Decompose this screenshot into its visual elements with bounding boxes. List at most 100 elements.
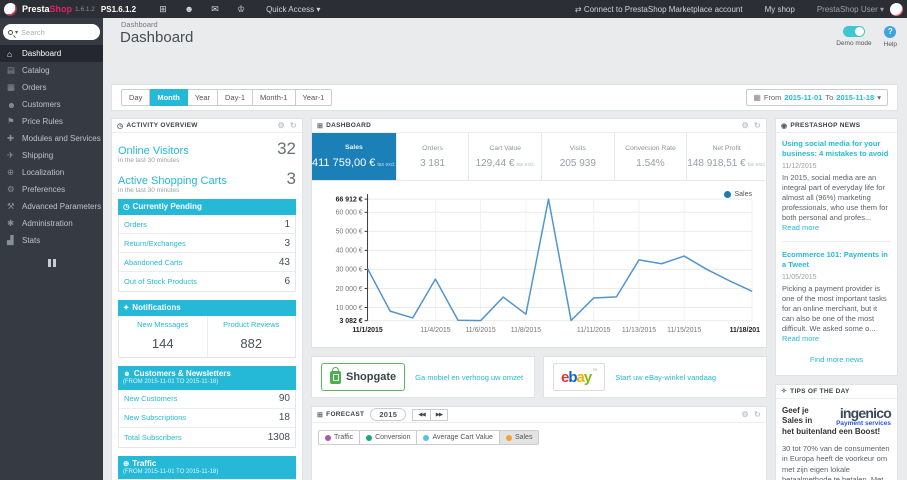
refresh-icon[interactable]: ↻ (754, 410, 761, 419)
product-reviews-cell[interactable]: Product Reviews 882 (208, 316, 296, 357)
messages-icon[interactable]: ✉ (202, 4, 228, 15)
shipping-icon: ✈ (7, 150, 15, 160)
news-article-title[interactable]: Using social media for your business: 4 … (782, 139, 891, 159)
chevron-down-icon: ▾ (877, 93, 881, 102)
kpi-tabs: Sales 411 759,00 € tax excl. Orders 3 181 C… (312, 133, 766, 181)
search-scope-caret-icon[interactable]: ▾ (15, 29, 18, 36)
administration-icon: ✱ (7, 218, 15, 228)
quick-access-menu[interactable]: Quick Access ▾ (266, 5, 320, 14)
help-icon[interactable]: ? (884, 26, 897, 38)
sidebar-item-modules[interactable]: ✚ Modules and Services (0, 130, 103, 147)
preferences-icon: ⚙ (7, 184, 15, 194)
sidebar-collapse-button[interactable] (47, 259, 57, 267)
gear-icon[interactable]: ⚙ (742, 410, 749, 419)
cart-icon[interactable]: ⊞ (150, 4, 176, 15)
demo-mode-toggle[interactable] (842, 26, 865, 37)
marketplace-link[interactable]: ⇄ Connect to PrestaShop Marketplace acco… (575, 5, 743, 14)
conversion-dot-icon (366, 434, 373, 441)
active-carts-link[interactable]: Active Shopping Carts (118, 175, 227, 187)
my-shop-link[interactable]: My shop (765, 5, 795, 14)
gear-icon[interactable]: ⚙ (742, 121, 749, 130)
gear-icon[interactable]: ⚙ (278, 121, 285, 130)
range-button-year[interactable]: Year (187, 89, 218, 106)
legend-dot-icon (724, 191, 732, 198)
forecast-next-button[interactable]: ▶▶ (430, 408, 449, 421)
range-button-day[interactable]: Day (121, 89, 151, 106)
range-button-year-1[interactable]: Year-1 (295, 89, 333, 106)
news-article-date: 11/12/2015 (782, 162, 817, 170)
sidebar: ▾ ⌂Dashboard ▤Catalog ▦Orders ☻Customers… (0, 18, 103, 480)
svg-text:11/4/2015: 11/4/2015 (420, 327, 450, 334)
sidebar-item-customers[interactable]: ☻ Customers (0, 96, 103, 113)
total-subscribers-row[interactable]: Total Subscribers 1308 (119, 428, 295, 447)
kpi-tab-sales[interactable]: Sales 411 759,00 € tax excl. (312, 133, 397, 180)
pending-row-returns[interactable]: Return/Exchanges 3 (119, 234, 295, 253)
sidebar-search[interactable]: ▾ (3, 24, 100, 40)
forecast-prev-button[interactable]: ◀◀ (412, 408, 431, 421)
pending-row-orders[interactable]: Orders 1 (119, 215, 295, 234)
range-button-month-1[interactable]: Month-1 (253, 89, 296, 106)
search-input[interactable] (21, 27, 95, 37)
traffic-header: ⊕ Traffic (FROM 2015-11-01 TO 2015-11-18) (118, 455, 296, 479)
dashboard-panel: ⊞ DASHBOARD ⚙ ↻ Sales 411 759,00 € tax excl… (311, 118, 767, 348)
currently-pending-header: ◷ Currently Pending (118, 199, 296, 215)
forecast-toggle-traffic[interactable]: Traffic (318, 430, 361, 445)
kpi-tab-net-profit[interactable]: Net Profit 148 918,51 € tax excl. (687, 133, 766, 180)
new-customers-row[interactable]: New Customers 90 (119, 390, 295, 409)
sidebar-item-preferences[interactable]: ⚙ Preferences (0, 181, 103, 198)
ebay-link[interactable]: Start uw eBay-winkel vandaag (615, 373, 716, 382)
svg-text:11/1/2015: 11/1/2015 (352, 327, 383, 334)
kpi-tab-cart-value[interactable]: Cart Value 129,44 € tax excl. (469, 133, 543, 180)
shopgate-link[interactable]: Ga mobiel en verhoog uw omzet (415, 373, 523, 382)
sidebar-item-catalog[interactable]: ▤ Catalog (0, 62, 103, 79)
find-more-news-link[interactable]: Find more news (782, 355, 891, 364)
clock-icon: ◷ (123, 202, 130, 211)
kpi-tab-visits[interactable]: Visits 205 939 (542, 133, 615, 180)
sidebar-item-orders[interactable]: ▦ Orders (0, 79, 103, 96)
lightbulb-icon: ✧ (781, 388, 788, 395)
refresh-icon[interactable]: ↻ (290, 121, 297, 130)
sidebar-item-advanced-parameters[interactable]: ⚒ Advanced Parameters (0, 198, 103, 215)
refresh-icon[interactable]: ↻ (754, 121, 761, 130)
customers-quick-icon[interactable]: ☻ (176, 4, 202, 14)
range-button-month[interactable]: Month (150, 89, 188, 106)
sidebar-item-price-rules[interactable]: ⚑ Price Rules (0, 113, 103, 130)
kpi-tab-orders[interactable]: Orders 3 181 (396, 133, 470, 180)
forecast-toggle-average-cart-value[interactable]: Average Cart Value (417, 430, 500, 445)
user-avatar[interactable] (890, 2, 903, 16)
range-button-day-1[interactable]: Day-1 (218, 89, 254, 106)
active-carts-value: 3 (286, 169, 296, 188)
pending-row-abandoned-carts[interactable]: Abandoned Carts 43 (119, 253, 295, 272)
forecast-toggle-conversion[interactable]: Conversion (360, 430, 418, 445)
kpi-tab-conversion-rate[interactable]: Conversion Rate 1.54% (614, 133, 688, 180)
pending-row-out-of-stock[interactable]: Out of Stock Products 6 (119, 272, 295, 291)
new-subscriptions-row[interactable]: New Subscriptions 18 (119, 409, 295, 428)
breadcrumb[interactable]: Dashboard (121, 20, 158, 29)
user-menu[interactable]: PrestaShop User ▾ (817, 5, 884, 14)
chevron-down-icon: ▾ (879, 4, 884, 14)
forecast-panel: ⊞ FORECAST 2015 ◀◀ ▶▶ ⚙ ↻ Traffic Convers… (311, 406, 767, 480)
news-article: Ecommerce 101: Payments in a Tweet 11/05… (782, 250, 891, 344)
news-article-title[interactable]: Ecommerce 101: Payments in a Tweet (782, 250, 891, 270)
read-more-link[interactable]: Read more (782, 334, 819, 343)
brand-name: PrestaShop (22, 4, 73, 14)
sidebar-item-administration[interactable]: ✱ Administration (0, 215, 103, 232)
date-range-picker[interactable]: ▦ From 2015-11-01 To 2015-11-18 ▾ (746, 89, 888, 106)
sales-line-chart: 66 912 € 60 000 € 50 000 € 40 000 € 30 000 €… (336, 194, 760, 334)
online-visitors-link[interactable]: Online Visitors (118, 145, 189, 157)
rss-icon: ◉ (781, 122, 788, 130)
sidebar-item-dashboard[interactable]: ⌂ Dashboard (0, 45, 103, 62)
dashboard-panel-title: DASHBOARD (326, 122, 372, 129)
forecast-toggle-sales[interactable]: Sales (499, 430, 540, 445)
chart-legend-sales[interactable]: Sales (724, 191, 752, 198)
read-more-link[interactable]: Read more (782, 223, 819, 232)
sidebar-item-stats[interactable]: ▟ Stats (0, 232, 103, 249)
sidebar-item-localization[interactable]: ⊕ Localization (0, 164, 103, 181)
demo-mode-control: Demo mode (836, 26, 872, 48)
help-label: Help (883, 41, 897, 48)
tips-of-the-day-panel: ✧ TIPS OF THE DAY ingenico Payment servi… (775, 383, 898, 480)
new-messages-cell[interactable]: New Messages 144 (119, 316, 208, 357)
active-carts-metric: Active Shopping Carts 3 (118, 169, 296, 189)
sidebar-item-shipping[interactable]: ✈ Shipping (0, 147, 103, 164)
trophy-icon[interactable]: ♔ (228, 4, 254, 15)
